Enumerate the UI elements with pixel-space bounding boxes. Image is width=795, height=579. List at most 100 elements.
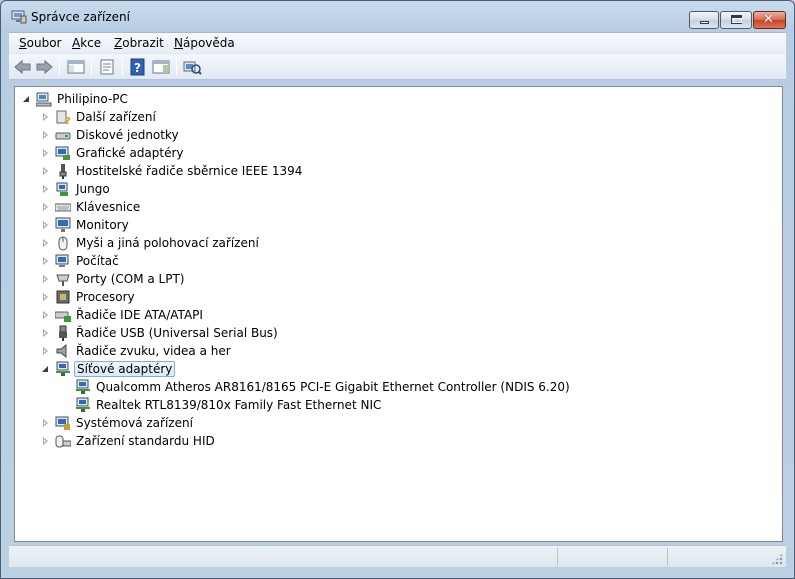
tree-category[interactable]: Monitory	[40, 216, 131, 234]
expand-icon[interactable]	[40, 418, 50, 428]
expand-icon[interactable]	[40, 274, 50, 284]
monitor-icon	[55, 217, 71, 232]
tree-root[interactable]: Philipino-PC	[21, 90, 130, 108]
network-adapter-icon	[76, 379, 90, 394]
help-icon[interactable]: ?	[128, 58, 148, 76]
tree-category[interactable]: Síťové adaptéry	[40, 360, 176, 378]
expand-icon[interactable]	[40, 328, 50, 338]
mouse-icon	[58, 236, 68, 251]
toolbar-separator	[122, 58, 123, 76]
tree-category[interactable]: Počítač	[40, 252, 121, 270]
forward-icon[interactable]	[34, 58, 54, 76]
menu-accel: Z	[114, 36, 123, 50]
tree-category[interactable]: Řadiče USB (Universal Serial Bus)	[40, 324, 280, 342]
jungo-icon	[56, 182, 68, 196]
menu-accel: S	[19, 36, 27, 50]
network-adapter-icon	[56, 361, 70, 376]
tree-category-label: Řadiče IDE ATA/ATAPI	[76, 308, 203, 322]
tree-category[interactable]: Procesory	[40, 288, 137, 306]
menu-napoveda[interactable]: Nápověda	[174, 36, 235, 50]
tree-category-label: Síťové adaptéry	[74, 361, 176, 377]
tree-category-label: Zařízení standardu HID	[76, 434, 215, 448]
hid-icon	[55, 435, 71, 448]
menu-bar: Soubor Akce Zobrazit Nápověda	[9, 32, 786, 53]
status-bar	[9, 545, 786, 567]
expand-icon[interactable]	[40, 166, 50, 176]
disk-drive-icon	[55, 132, 71, 140]
close-button[interactable]: ✕	[753, 11, 786, 29]
scan-hardware-icon[interactable]	[182, 58, 202, 76]
expand-icon[interactable]	[40, 112, 50, 122]
tree-category[interactable]: Zařízení standardu HID	[40, 432, 217, 450]
tree-device[interactable]: Realtek RTL8139/810x Family Fast Etherne…	[75, 396, 383, 414]
expand-icon[interactable]	[40, 256, 50, 266]
maximize-button[interactable]	[720, 11, 752, 29]
expand-icon[interactable]	[40, 292, 50, 302]
device-manager-icon	[11, 10, 27, 24]
menu-zobrazit[interactable]: Zobrazit	[114, 36, 164, 50]
tree-category[interactable]: Řadiče zvuku, videa a her	[40, 342, 233, 360]
expand-icon[interactable]	[40, 148, 50, 158]
svg-text:?: ?	[65, 116, 71, 125]
tree-category[interactable]: Porty (COM a LPT)	[40, 270, 186, 288]
display-adapter-icon	[55, 146, 70, 160]
action-pane-icon[interactable]	[151, 58, 171, 76]
maximize-icon	[731, 15, 742, 24]
tree-category-label: Řadiče USB (Universal Serial Bus)	[76, 326, 278, 340]
tree-category-label: Procesory	[76, 290, 135, 304]
expand-icon[interactable]	[40, 436, 50, 446]
window-title: Správce zařízení	[31, 10, 130, 24]
tree-category-label: Klávesnice	[76, 200, 141, 214]
computer-icon	[36, 92, 52, 107]
back-icon[interactable]	[13, 58, 33, 76]
tree-device-label: Qualcomm Atheros AR8161/8165 PCI-E Gigab…	[96, 380, 570, 394]
device-tree[interactable]: Philipino-PC ? Další zařízení Diskové jedn…	[14, 86, 783, 542]
tree-category-label: Grafické adaptéry	[76, 146, 184, 160]
tree-category[interactable]: ? Další zařízení	[40, 108, 158, 126]
tree-device[interactable]: Qualcomm Atheros AR8161/8165 PCI-E Gigab…	[75, 378, 572, 396]
unknown-device-icon: ?	[56, 110, 71, 125]
tree-category-label: Další zařízení	[76, 110, 156, 124]
tree-category[interactable]: Diskové jednotky	[40, 126, 181, 144]
toolbar: ?	[9, 53, 786, 80]
tree-category[interactable]: Řadiče IDE ATA/ATAPI	[40, 306, 205, 324]
menu-akce[interactable]: Akce	[72, 36, 101, 50]
tree-category-label: Myši a jiná polohovací zařízení	[76, 236, 259, 250]
menu-accel: A	[72, 36, 81, 50]
tree-root-label: Philipino-PC	[57, 92, 128, 106]
tree-category[interactable]: Grafické adaptéry	[40, 144, 186, 162]
tree-category[interactable]: Hostitelské řadiče sběrnice IEEE 1394	[40, 162, 304, 180]
keyboard-icon	[55, 203, 71, 212]
tree-category-label: Počítač	[76, 254, 119, 268]
expand-icon[interactable]	[40, 238, 50, 248]
tree-category[interactable]: Klávesnice	[40, 198, 142, 216]
resize-grip[interactable]	[771, 553, 783, 565]
ide-controller-icon	[55, 311, 71, 322]
expand-icon[interactable]	[40, 202, 50, 212]
properties-icon[interactable]	[97, 58, 117, 76]
minimize-button[interactable]	[689, 11, 719, 29]
tree-category[interactable]: Jungo	[40, 180, 112, 198]
tree-category-label: Hostitelské řadiče sběrnice IEEE 1394	[76, 164, 303, 178]
menu-accel: N	[174, 36, 183, 50]
network-adapter-icon	[76, 397, 90, 412]
tree-category[interactable]: Myši a jiná polohovací zařízení	[40, 234, 261, 252]
toolbar-separator	[176, 58, 177, 76]
expand-icon[interactable]	[40, 310, 50, 320]
expand-icon[interactable]	[40, 220, 50, 230]
collapse-icon[interactable]	[40, 364, 50, 374]
tree-category[interactable]: Systémová zařízení	[40, 414, 195, 432]
menu-soubor[interactable]: Soubor	[19, 36, 61, 50]
expand-icon[interactable]	[40, 130, 50, 140]
sound-icon	[56, 343, 67, 359]
collapse-icon[interactable]	[21, 94, 31, 104]
processor-icon	[56, 290, 70, 304]
tree-category-label: Diskové jednotky	[76, 128, 179, 142]
menu-label-rest: obrazit	[122, 36, 164, 50]
close-icon: ✕	[763, 12, 774, 27]
expand-icon[interactable]	[40, 184, 50, 194]
show-hide-console-tree-icon[interactable]	[66, 58, 86, 76]
title-bar[interactable]: Správce zařízení ✕	[1, 1, 794, 31]
expand-icon[interactable]	[40, 346, 50, 356]
tree-device-label: Realtek RTL8139/810x Family Fast Etherne…	[96, 398, 382, 412]
